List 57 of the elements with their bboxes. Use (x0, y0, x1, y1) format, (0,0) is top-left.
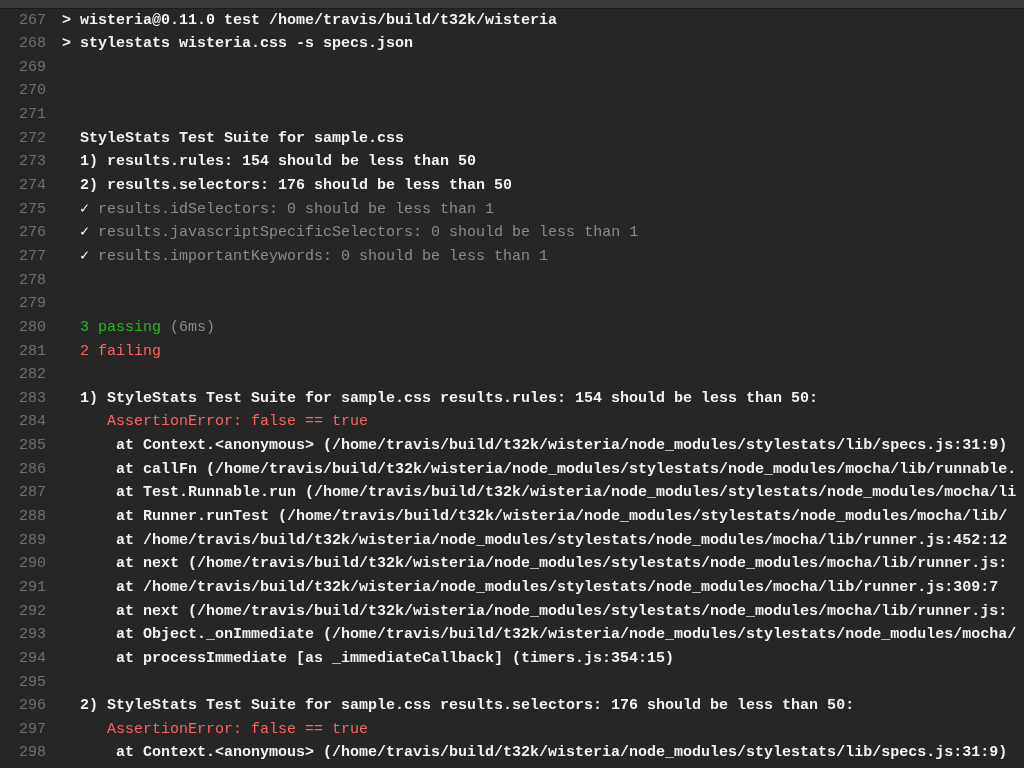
log-line: at next (/home/travis/build/t32k/wisteria/node_modules/stylestats/node_modules/mocha/lib/runner.js: (115, 554, 1008, 575)
log-line: 2) StyleStats Test Suite for sample.css results.selectors: 176 should be less than 50: (79, 696, 855, 717)
log-line: > stylestats wisteria.css -s specs.json (62, 34, 414, 55)
line-number: 297 (18, 719, 46, 740)
log-line: at Context.<anonymous> (/home/travis/build/t32k/wisteria/node_modules/stylestats/lib/specs.js:31:9) (115, 743, 1008, 764)
line-number: 294 (18, 648, 46, 669)
line-number: 279 (18, 294, 46, 315)
log-line: AssertionError: false == true (106, 719, 369, 740)
log-line: ✓ results.importantKeywords: 0 should be less than 1 (79, 246, 549, 267)
line-number: 289 (18, 530, 46, 551)
line-number: 273 (18, 152, 46, 173)
line-number: 292 (18, 601, 46, 622)
log-line: at Context.<anonymous> (/home/travis/build/t32k/wisteria/node_modules/stylestats/lib/specs.js:31:9) (115, 436, 1008, 457)
log-line: at callFn (/home/travis/build/t32k/wisteria/node_modules/stylestats/node_modules/mocha/lib/runnable. (115, 459, 1017, 480)
log-line: at next (/home/travis/build/t32k/wisteria/node_modules/stylestats/node_modules/mocha/lib/runner.js: (115, 601, 1008, 622)
log-line: AssertionError: false == true (106, 412, 369, 433)
line-number: 298 (18, 743, 46, 764)
log-line: StyleStats Test Suite for sample.css (79, 128, 405, 149)
line-number: 295 (18, 672, 46, 693)
line-number: 284 (18, 412, 46, 433)
log-line: 1) StyleStats Test Suite for sample.css results.rules: 154 should be less than 50: (79, 388, 819, 409)
line-number: 268 (18, 34, 46, 55)
line-number: 281 (18, 341, 46, 362)
log-line: at /home/travis/build/t32k/wisteria/node_modules/stylestats/node_modules/mocha/lib/runner.js:452:12 (115, 530, 1008, 551)
log-line: at Test.Runnable.run (/home/travis/build/t32k/wisteria/node_modules/stylestats/node_modules/mocha/li (115, 483, 1017, 504)
log-line: at /home/travis/build/t32k/wisteria/node_modules/stylestats/node_modules/mocha/lib/runner.js:309:7 (115, 577, 999, 598)
log-line: 2) results.selectors: 176 should be less than 50 (79, 176, 513, 197)
line-number: 275 (18, 199, 46, 220)
line-number: 285 (18, 436, 46, 457)
line-number: 293 (18, 625, 46, 646)
line-number: 278 (18, 270, 46, 291)
line-number: 290 (18, 554, 46, 575)
line-number: 276 (18, 223, 46, 244)
log-line: 2 failing (79, 341, 162, 362)
line-number: 271 (18, 105, 46, 126)
line-number: 296 (18, 696, 46, 717)
line-number: 270 (18, 81, 46, 102)
line-number: 272 (18, 128, 46, 149)
log-line: > wisteria@0.11.0 test /home/travis/build/t32k/wisteria (62, 10, 558, 31)
line-number: 280 (18, 317, 46, 338)
line-number: 269 (18, 57, 46, 78)
log-line: 3 passing (6ms) (79, 317, 216, 338)
line-number: 286 (18, 459, 46, 480)
line-number: 287 (18, 483, 46, 504)
line-number: 274 (18, 176, 46, 197)
log-line: at Object._onImmediate (/home/travis/build/t32k/wisteria/node_modules/stylestats/node_modules/mocha/ (115, 625, 1017, 646)
log-line: at processImmediate [as _immediateCallback] (timers.js:354:15) (115, 648, 675, 669)
line-number: 291 (18, 577, 46, 598)
line-number: 288 (18, 507, 46, 527)
log-line: ✓ results.javascriptSpecificSelectors: 0 should be less than 1 (79, 223, 639, 244)
log-line: 1) results.rules: 154 should be less than 50 (79, 152, 477, 173)
line-number: 267 (18, 10, 46, 31)
log-line: ✓ results.idSelectors: 0 should be less than 1 (79, 199, 495, 220)
line-number: 282 (18, 365, 46, 386)
line-number: 283 (18, 388, 46, 409)
line-number: 277 (18, 246, 46, 267)
log-line: at Runner.runTest (/home/travis/build/t32k/wisteria/node_modules/stylestats/node_modules/mocha/lib/ (115, 507, 1008, 527)
